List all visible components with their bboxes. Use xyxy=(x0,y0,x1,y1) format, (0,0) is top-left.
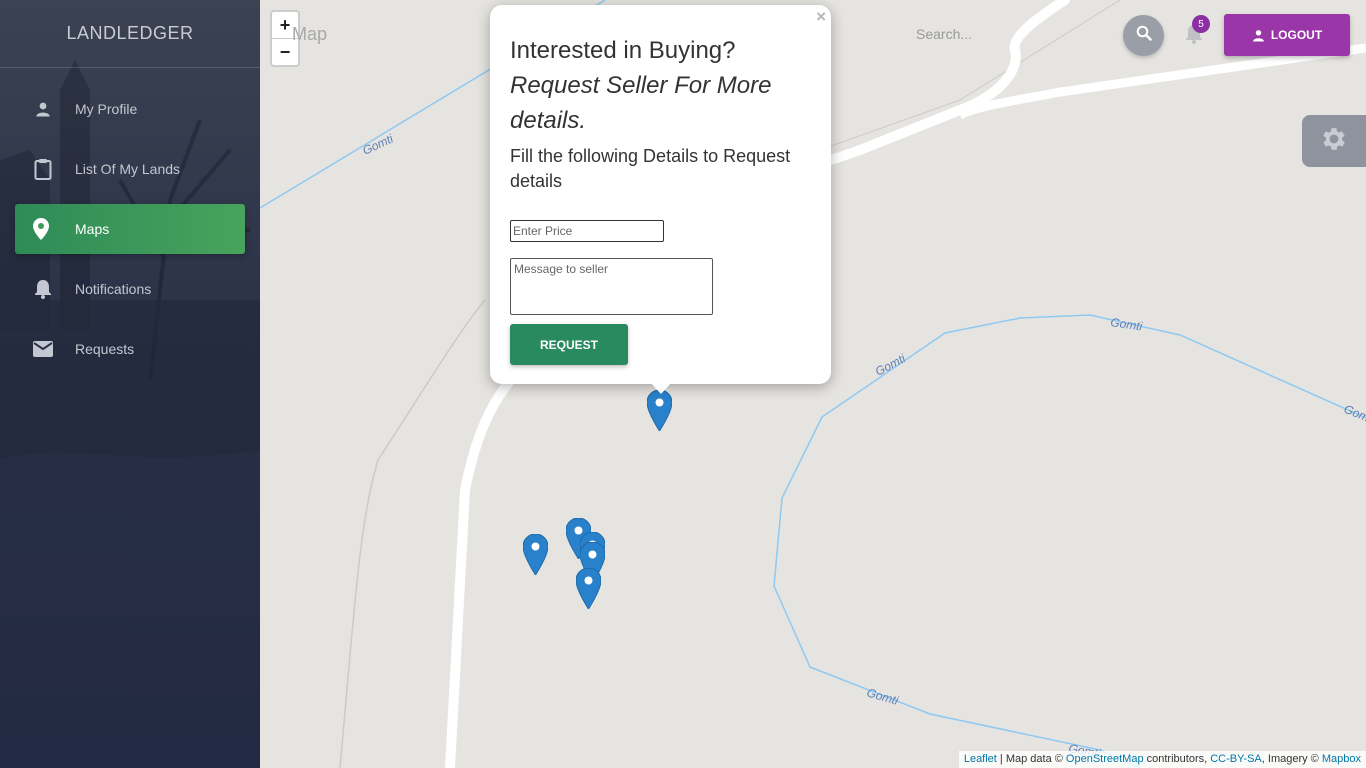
attribution-text: contributors, xyxy=(1143,753,1211,765)
sidebar-item-maps[interactable]: Maps xyxy=(15,204,245,254)
openstreetmap-link[interactable]: OpenStreetMap xyxy=(1066,753,1144,765)
person-icon xyxy=(33,99,53,119)
map-view[interactable]: Gomti Gomti Gomti Gomti Gomti Gomti + − … xyxy=(260,0,1366,768)
person-icon xyxy=(1252,29,1264,41)
sidebar-item-label: Maps xyxy=(75,221,110,237)
close-icon[interactable]: × xyxy=(816,7,826,27)
search-icon xyxy=(1136,25,1152,46)
sidebar-item-label: Requests xyxy=(75,341,135,357)
map-marker[interactable] xyxy=(576,568,601,609)
logout-button[interactable]: LOGOUT xyxy=(1224,14,1350,56)
sidebar-item-requests[interactable]: Requests xyxy=(15,324,245,374)
map-pin-icon xyxy=(31,218,51,240)
popup-subtitle: Request Seller For More details. xyxy=(510,72,772,134)
brand-title[interactable]: LANDLEDGER xyxy=(0,0,260,68)
mapbox-link[interactable]: Mapbox xyxy=(1322,753,1361,765)
search-button[interactable] xyxy=(1123,15,1164,56)
price-input[interactable] xyxy=(510,220,664,242)
popup-title: Interested in Buying? xyxy=(510,37,736,64)
river-label: Gomti xyxy=(1110,315,1144,333)
map-marker[interactable] xyxy=(647,390,672,431)
map-marker[interactable] xyxy=(523,534,548,575)
attribution-text: | Map data © xyxy=(996,753,1066,765)
request-button[interactable]: REQUEST xyxy=(510,324,628,365)
bell-icon xyxy=(1185,25,1203,48)
river-label: Gomti xyxy=(865,685,900,707)
sidebar-item-notifications[interactable]: Notifications xyxy=(15,264,245,314)
river-label: Gomti xyxy=(360,131,395,157)
notification-count-badge: 5 xyxy=(1192,15,1210,33)
river-label: Gomti xyxy=(1342,402,1366,427)
logout-label: LOGOUT xyxy=(1270,28,1323,42)
clipboard-icon xyxy=(33,159,53,180)
sidebar-item-label: List Of My Lands xyxy=(75,161,181,177)
river-label: Gomti xyxy=(873,351,908,379)
map-attribution: Leaflet | Map data © OpenStreetMap contr… xyxy=(958,751,1366,768)
message-textarea[interactable] xyxy=(510,258,713,315)
bell-icon xyxy=(33,279,53,299)
sidebar-item-label: My Profile xyxy=(75,101,138,117)
leaflet-link[interactable]: Leaflet xyxy=(964,753,997,765)
page-title: Map xyxy=(292,24,328,44)
sidebar-item-list-of-my-lands[interactable]: List Of My Lands xyxy=(15,144,245,194)
mail-icon xyxy=(33,339,53,359)
popup-instructions: Fill the following Details to Request de… xyxy=(510,146,791,191)
settings-button[interactable] xyxy=(1302,115,1366,167)
sidebar-item-my-profile[interactable]: My Profile xyxy=(15,84,245,134)
sidebar: LANDLEDGER My Profile List Of My Lands M… xyxy=(0,0,260,768)
sidebar-nav: My Profile List Of My Lands Maps Notific… xyxy=(15,84,245,384)
license-link[interactable]: CC-BY-SA xyxy=(1210,753,1262,765)
attribution-text: , Imagery © xyxy=(1261,753,1322,765)
sidebar-item-label: Notifications xyxy=(75,281,152,297)
request-popup: × Interested in Buying? Request Seller F… xyxy=(490,5,831,384)
gear-icon xyxy=(1319,124,1349,159)
popup-tip xyxy=(650,382,672,394)
search-input[interactable] xyxy=(914,22,1128,46)
